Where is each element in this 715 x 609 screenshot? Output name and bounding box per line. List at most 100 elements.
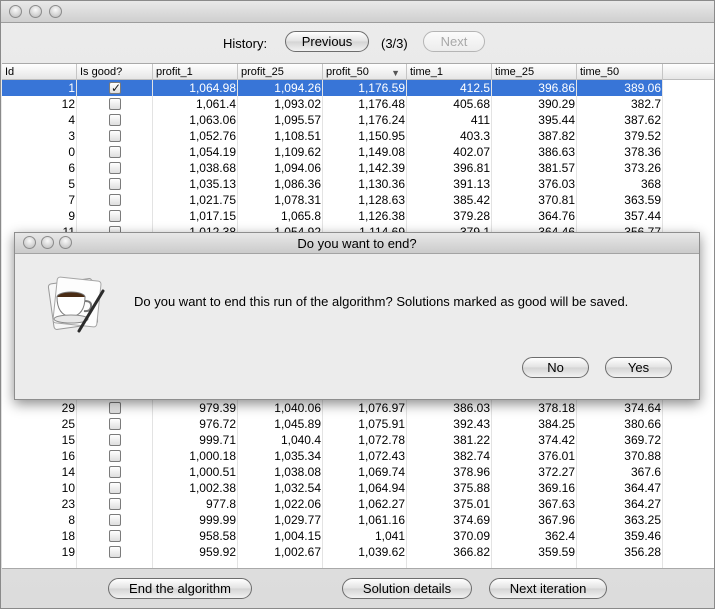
table-row[interactable]: 25 976.72 1,045.89 1,075.91 392.43 384.25 380.… bbox=[2, 416, 663, 432]
cell-profit-50: 1,130.36 bbox=[358, 177, 405, 191]
cell-time-1: 382.74 bbox=[453, 449, 490, 463]
dialog-title: Do you want to end? bbox=[297, 236, 417, 251]
column-header-profit-25[interactable]: profit_25 bbox=[238, 64, 323, 80]
column-header-is-good[interactable]: Is good? bbox=[77, 64, 153, 80]
cell-profit-50: 1,128.63 bbox=[358, 193, 405, 207]
cell-profit-25: 1,109.62 bbox=[274, 145, 321, 159]
dialog-titlebar: Do you want to end? bbox=[15, 233, 699, 254]
minimize-window-button[interactable] bbox=[29, 5, 42, 18]
cell-time-50: 373.26 bbox=[624, 161, 661, 175]
table-row[interactable]: 29 979.39 1,040.06 1,076.97 386.03 378.18 374.… bbox=[2, 400, 663, 416]
cell-profit-25: 1,040.4 bbox=[280, 433, 321, 447]
is-good-checkbox[interactable] bbox=[109, 146, 121, 158]
is-good-checkbox[interactable] bbox=[109, 194, 121, 206]
cell-time-50: 374.64 bbox=[624, 401, 661, 415]
table-row[interactable]: 6 1,038.68 1,094.06 1,142.39 396.81 381.57 373… bbox=[2, 160, 663, 176]
column-header-profit-1[interactable]: profit_1 bbox=[153, 64, 238, 80]
table-row[interactable]: 8 999.99 1,029.77 1,061.16 374.69 367.96 363.2… bbox=[2, 512, 663, 528]
cell-is-good bbox=[77, 128, 153, 144]
cell-time-1: 411 bbox=[470, 113, 490, 127]
table-row[interactable]: 19 959.92 1,002.67 1,039.62 366.82 359.59 356.… bbox=[2, 544, 663, 560]
cell-profit-25: 1,040.06 bbox=[274, 401, 321, 415]
table-row[interactable]: 3 1,052.76 1,108.51 1,150.95 403.3 387.82 379.… bbox=[2, 128, 663, 144]
cell-profit-1: 999.99 bbox=[199, 513, 236, 527]
table-row[interactable]: 14 1,000.51 1,038.08 1,069.74 378.96 372.27 36… bbox=[2, 464, 663, 480]
cell-profit-50: 1,126.38 bbox=[358, 209, 405, 223]
cell-time-1: 391.13 bbox=[453, 177, 490, 191]
java-coffee-cup-icon bbox=[47, 276, 105, 333]
table-row[interactable]: 23 977.8 1,022.06 1,062.27 375.01 367.63 364.2… bbox=[2, 496, 663, 512]
is-good-checkbox[interactable] bbox=[109, 80, 121, 96]
cell-profit-25: 1,038.08 bbox=[274, 465, 321, 479]
cell-profit-50: 1,176.24 bbox=[358, 113, 405, 127]
column-header-profit-50[interactable]: profit_50 ▼ bbox=[323, 64, 407, 80]
previous-button[interactable]: Previous bbox=[285, 31, 369, 52]
cell-profit-50: 1,142.39 bbox=[358, 161, 405, 175]
zoom-window-button[interactable] bbox=[49, 5, 62, 18]
cell-time-1: 375.01 bbox=[453, 497, 490, 511]
is-good-checkbox[interactable] bbox=[109, 434, 121, 446]
table-row[interactable]: 0 1,054.19 1,109.62 1,149.08 402.07 386.63 378… bbox=[2, 144, 663, 160]
cell-profit-1: 958.58 bbox=[199, 529, 236, 543]
cell-profit-1: 1,064.98 bbox=[189, 81, 236, 95]
table-row[interactable]: 12 1,061.4 1,093.02 1,176.48 405.68 390.29 382… bbox=[2, 96, 663, 112]
cell-profit-50: 1,064.94 bbox=[358, 481, 405, 495]
is-good-checkbox[interactable] bbox=[109, 210, 121, 222]
is-good-checkbox[interactable] bbox=[109, 466, 121, 478]
yes-button[interactable]: Yes bbox=[605, 357, 672, 378]
column-header-time-50[interactable]: time_50 bbox=[577, 64, 663, 80]
no-button[interactable]: No bbox=[522, 357, 589, 378]
is-good-checkbox[interactable] bbox=[109, 546, 121, 558]
cell-is-good bbox=[77, 480, 153, 496]
is-good-checkbox[interactable] bbox=[109, 514, 121, 526]
cell-time-50: 356.28 bbox=[624, 545, 661, 559]
solution-details-button[interactable]: Solution details bbox=[342, 578, 472, 599]
table-row[interactable]: 15 999.71 1,040.4 1,072.78 381.22 374.42 369.7… bbox=[2, 432, 663, 448]
column-header-label: Is good? bbox=[80, 66, 123, 78]
cell-id: 15 bbox=[61, 433, 75, 447]
is-good-checkbox[interactable] bbox=[109, 530, 121, 542]
table-row[interactable]: 7 1,021.75 1,078.31 1,128.63 385.42 370.81 363… bbox=[2, 192, 663, 208]
cell-profit-25: 1,095.57 bbox=[274, 113, 321, 127]
cell-time-50: 359.46 bbox=[624, 529, 661, 543]
cell-is-good bbox=[77, 528, 153, 544]
next-iteration-button[interactable]: Next iteration bbox=[489, 578, 607, 599]
cell-time-1: 379.28 bbox=[453, 209, 490, 223]
table-row[interactable]: 18 958.58 1,004.15 1,041 370.09 362.4 359.46 bbox=[2, 528, 663, 544]
column-header-time-25[interactable]: time_25 bbox=[492, 64, 577, 80]
is-good-checkbox[interactable] bbox=[109, 178, 121, 190]
close-window-button[interactable] bbox=[9, 5, 22, 18]
cell-is-good bbox=[77, 464, 153, 480]
next-button[interactable]: Next bbox=[423, 31, 485, 52]
table-row[interactable]: 9 1,017.15 1,065.8 1,126.38 379.28 364.76 357.… bbox=[2, 208, 663, 224]
table-row[interactable]: 4 1,063.06 1,095.57 1,176.24 411 395.44 387.62 bbox=[2, 112, 663, 128]
cell-time-1: 370.09 bbox=[453, 529, 490, 543]
is-good-checkbox[interactable] bbox=[109, 418, 121, 430]
is-good-checkbox[interactable] bbox=[109, 130, 121, 142]
table-row[interactable]: 10 1,002.38 1,032.54 1,064.94 375.88 369.16 36… bbox=[2, 480, 663, 496]
bottom-toolbar: End the algorithm Solution details Next … bbox=[1, 575, 714, 605]
is-good-checkbox[interactable] bbox=[109, 162, 121, 174]
is-good-checkbox[interactable] bbox=[109, 114, 121, 126]
table-row[interactable]: 5 1,035.13 1,086.36 1,130.36 391.13 376.03 368 bbox=[2, 176, 663, 192]
table-row[interactable]: 16 1,000.18 1,035.34 1,072.43 382.74 376.01 37… bbox=[2, 448, 663, 464]
cell-profit-50: 1,149.08 bbox=[358, 145, 405, 159]
is-good-checkbox[interactable] bbox=[109, 482, 121, 494]
is-good-checkbox[interactable] bbox=[109, 98, 121, 110]
cell-time-50: 382.7 bbox=[630, 97, 661, 111]
column-header-filler bbox=[663, 64, 714, 80]
cell-id: 12 bbox=[61, 97, 75, 111]
end-algorithm-button[interactable]: End the algorithm bbox=[108, 578, 252, 599]
cell-time-1: 374.69 bbox=[453, 513, 490, 527]
cell-profit-25: 1,108.51 bbox=[274, 129, 321, 143]
column-header-time-1[interactable]: time_1 bbox=[407, 64, 492, 80]
table-row[interactable]: 1 1,064.98 1,094.26 1,176.59 412.5 396.86 389.… bbox=[2, 80, 663, 96]
cell-time-25: 387.82 bbox=[538, 129, 575, 143]
column-header-id[interactable]: Id bbox=[2, 64, 77, 80]
is-good-checkbox[interactable] bbox=[109, 450, 121, 462]
is-good-checkbox[interactable] bbox=[109, 402, 121, 414]
cell-profit-25: 1,045.89 bbox=[274, 417, 321, 431]
cell-time-25: 386.63 bbox=[538, 145, 575, 159]
cell-time-50: 379.52 bbox=[624, 129, 661, 143]
is-good-checkbox[interactable] bbox=[109, 498, 121, 510]
